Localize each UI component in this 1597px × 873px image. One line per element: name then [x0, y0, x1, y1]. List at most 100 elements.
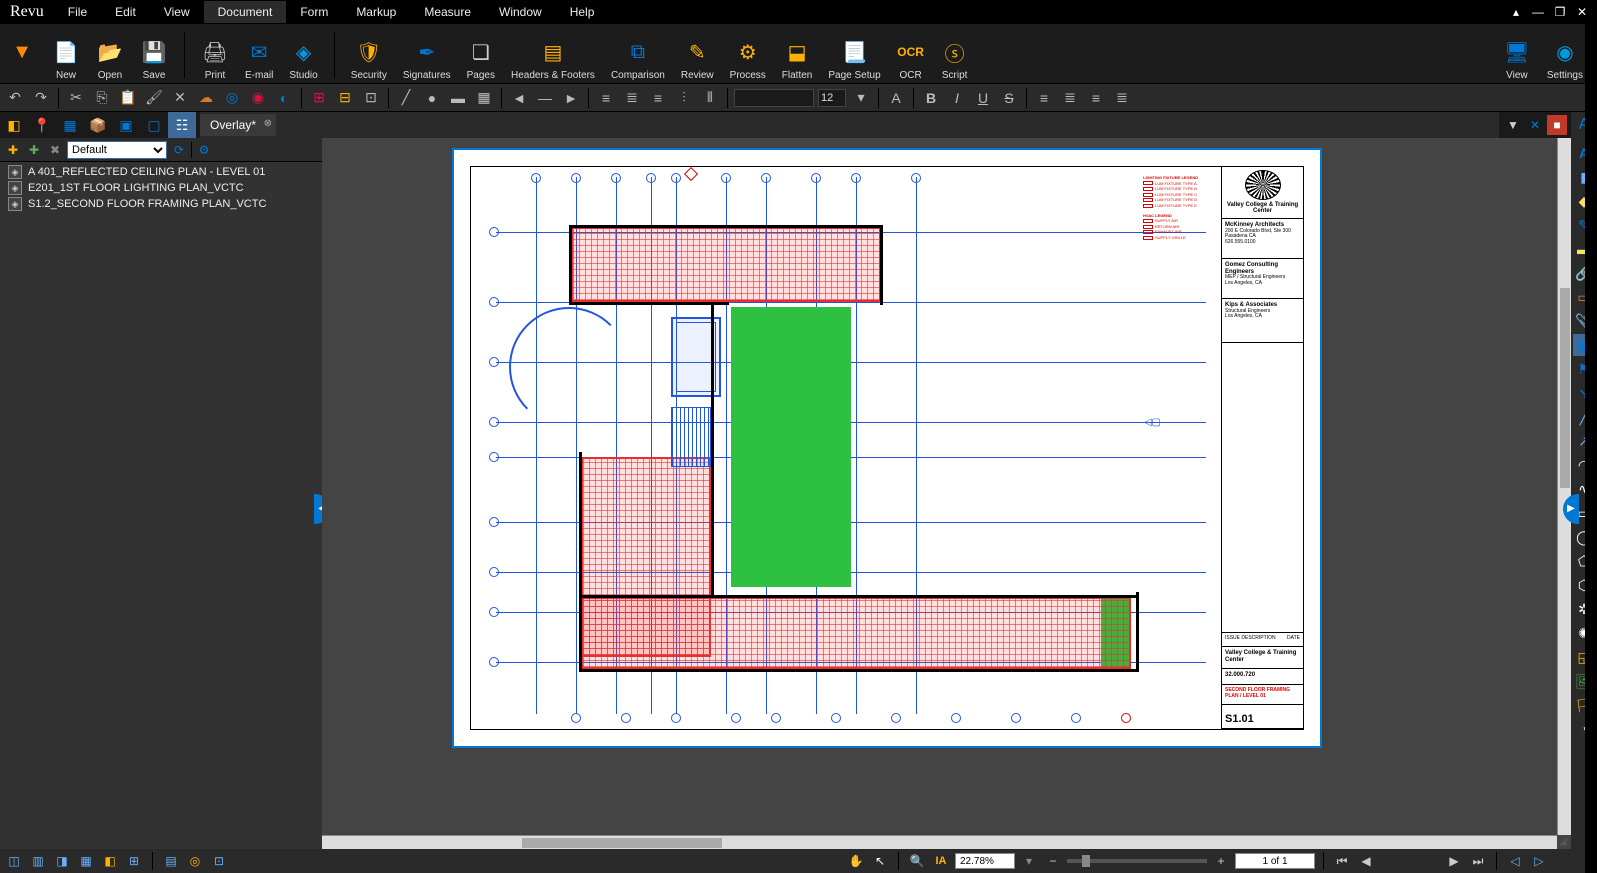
nav-back-icon[interactable]: ◁: [1505, 851, 1525, 871]
linewidth-icon[interactable]: ▬: [447, 87, 469, 109]
tab-filter-icon[interactable]: ▼: [1503, 115, 1523, 135]
zoom-in-icon[interactable]: +: [1211, 851, 1231, 871]
copy-icon[interactable]: ⎘: [91, 87, 113, 109]
ribbon-pagesetup[interactable]: 📃Page Setup: [820, 36, 888, 81]
textalign-center-icon[interactable]: ≣: [1059, 87, 1081, 109]
menu-form[interactable]: Form: [286, 1, 342, 23]
hatch-icon[interactable]: ▦: [473, 87, 495, 109]
panel-tab-fileaccess[interactable]: ◧: [0, 112, 28, 138]
menu-markup[interactable]: Markup: [342, 1, 410, 23]
layer-refresh-icon[interactable]: ⟳: [170, 141, 188, 159]
layer-item[interactable]: ◈A 401_REFLECTED CEILING PLAN - LEVEL 01: [0, 164, 322, 180]
underline-icon[interactable]: U: [972, 87, 994, 109]
undo-icon[interactable]: ↶: [4, 87, 26, 109]
panel-tab-thumbnails[interactable]: ▦: [56, 112, 84, 138]
ribbon-flatten[interactable]: ⬓Flatten: [774, 36, 821, 81]
layer-add-icon[interactable]: ✚: [4, 141, 22, 159]
ribbon-viewmode[interactable]: 🖥View: [1495, 36, 1539, 81]
delete-icon[interactable]: ✕: [169, 87, 191, 109]
ribbon-studio[interactable]: ◈Studio: [281, 36, 325, 81]
linecolor-icon[interactable]: ╱: [395, 87, 417, 109]
ribbon-ocr[interactable]: OCROCR: [889, 36, 933, 81]
font-family-input[interactable]: [734, 89, 814, 107]
document-tab[interactable]: Overlay* ⊗: [200, 114, 276, 136]
panel-tab-layers[interactable]: ☷: [168, 112, 196, 138]
italic-icon[interactable]: I: [946, 87, 968, 109]
align-top-icon[interactable]: ⫶: [673, 87, 695, 109]
textalign-left-icon[interactable]: ≡: [1033, 87, 1055, 109]
zoom-dropdown-icon[interactable]: ▾: [1019, 851, 1039, 871]
menu-file[interactable]: File: [54, 1, 101, 23]
maximize-icon[interactable]: ❐: [1553, 5, 1567, 19]
arrow-end-icon[interactable]: ►: [560, 87, 582, 109]
line-icon[interactable]: —: [534, 87, 556, 109]
last-page-icon[interactable]: ⏭: [1468, 851, 1488, 871]
canvas-scrollbar-vertical[interactable]: [1557, 138, 1571, 835]
status-panel5-icon[interactable]: ◧: [100, 851, 120, 871]
arrow-start-icon[interactable]: ◄: [508, 87, 530, 109]
status-panel2-icon[interactable]: ▥: [28, 851, 48, 871]
ia-toggle[interactable]: IA: [931, 851, 951, 871]
menu-measure[interactable]: Measure: [410, 1, 485, 23]
minimize-icon[interactable]: —: [1531, 5, 1545, 19]
close-icon[interactable]: ✕: [1575, 5, 1589, 19]
snap2-icon[interactable]: ⊟: [334, 87, 356, 109]
layer-visibility-icon[interactable]: ◈: [8, 165, 22, 179]
ribbon-process[interactable]: ⚙Process: [722, 36, 774, 81]
select-icon[interactable]: ↖: [870, 851, 890, 871]
ribbon-signatures[interactable]: ✒Signatures: [395, 36, 459, 81]
status-panel6-icon[interactable]: ⊞: [124, 851, 144, 871]
canvas-scrollbar-horizontal[interactable]: [322, 835, 1557, 849]
bold-icon[interactable]: B: [920, 87, 942, 109]
align-right-icon[interactable]: ≡: [647, 87, 669, 109]
align-center-icon[interactable]: ≣: [621, 87, 643, 109]
panel-tab-sets[interactable]: 📦: [84, 112, 112, 138]
textalign-just-icon[interactable]: ≣: [1111, 87, 1133, 109]
zoom-slider[interactable]: [1067, 859, 1207, 863]
redo-icon[interactable]: ↷: [30, 87, 52, 109]
status-panel7-icon[interactable]: ▤: [161, 851, 181, 871]
layer-item[interactable]: ◈S1.2_SECOND FLOOR FRAMING PLAN_VCTC: [0, 196, 322, 212]
paste-icon[interactable]: 📋: [117, 87, 139, 109]
align-left-icon[interactable]: ≡: [595, 87, 617, 109]
fontsize-dropdown-icon[interactable]: ▾: [850, 87, 872, 109]
pan-icon[interactable]: ✋: [846, 851, 866, 871]
collapse-ribbon-icon[interactable]: ▴: [1509, 5, 1523, 19]
cut-icon[interactable]: ✂: [65, 87, 87, 109]
snap3-icon[interactable]: ⊡: [360, 87, 382, 109]
tab-close-all-icon[interactable]: ✕: [1525, 115, 1545, 135]
zoom-out-icon[interactable]: −: [1043, 851, 1063, 871]
status-panel8-icon[interactable]: ◎: [185, 851, 205, 871]
layer-visibility-icon[interactable]: ◈: [8, 197, 22, 211]
ribbon-review[interactable]: ✎Review: [673, 36, 722, 81]
ribbon-open[interactable]: 📂Open: [88, 36, 132, 81]
brush-icon[interactable]: 🖌: [143, 87, 165, 109]
textcolor-icon[interactable]: A: [885, 87, 907, 109]
ribbon-new[interactable]: 📄New: [44, 36, 88, 81]
panel-tab-links[interactable]: ▢: [140, 112, 168, 138]
status-panel9-icon[interactable]: ⊡: [209, 851, 229, 871]
menu-window[interactable]: Window: [485, 1, 556, 23]
menu-help[interactable]: Help: [556, 1, 609, 23]
status-panel3-icon[interactable]: ◨: [52, 851, 72, 871]
layer-settings-icon[interactable]: ⚙: [195, 141, 213, 159]
menu-edit[interactable]: Edit: [101, 1, 150, 23]
cloud-icon[interactable]: ☁: [195, 87, 217, 109]
next-page-icon[interactable]: ▶: [1444, 851, 1464, 871]
strike-icon[interactable]: S: [998, 87, 1020, 109]
tab-record-icon[interactable]: ■: [1547, 115, 1567, 135]
ribbon-headersfooters[interactable]: ▤Headers & Footers: [503, 36, 603, 81]
status-panel1-icon[interactable]: ◫: [4, 851, 24, 871]
layer-delete-icon[interactable]: ✖: [46, 141, 64, 159]
canvas-resize-icon[interactable]: ◢: [1557, 835, 1569, 847]
zoom-icon[interactable]: 🔍: [907, 851, 927, 871]
ribbon-security[interactable]: 🛡Security: [343, 36, 395, 81]
first-page-icon[interactable]: ⏮: [1332, 851, 1352, 871]
ribbon-save[interactable]: 💾Save: [132, 36, 176, 81]
font-size-input[interactable]: [818, 89, 846, 107]
snap-icon[interactable]: ⊞: [308, 87, 330, 109]
layer-item[interactable]: ◈E201_1ST FLOOR LIGHTING PLAN_VCTC: [0, 180, 322, 196]
document-canvas[interactable]: /* decorative */: [322, 138, 1571, 849]
fillcolor-icon[interactable]: ●: [421, 87, 443, 109]
align-middle-icon[interactable]: ⫴: [699, 87, 721, 109]
